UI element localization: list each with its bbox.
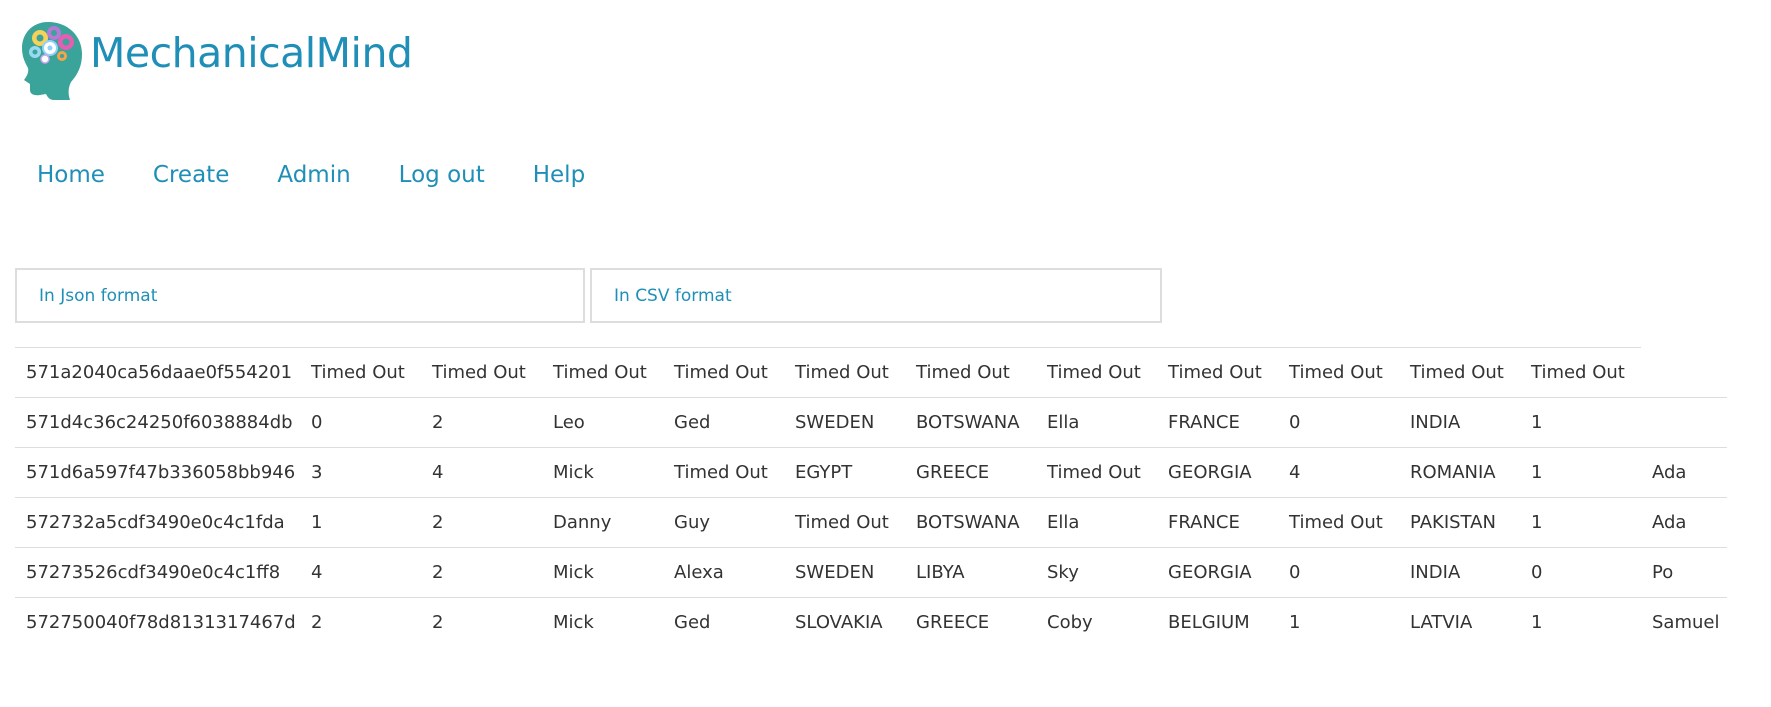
- table-cell: GEORGIA: [1157, 447, 1278, 498]
- main-nav: Home Create Admin Log out Help: [37, 162, 633, 188]
- table-cell: [1641, 348, 1727, 398]
- table-cell: FRANCE: [1157, 397, 1278, 448]
- table-cell: Ella: [1036, 397, 1157, 448]
- table-cell: 1: [1278, 597, 1399, 647]
- table-cell: 1: [1520, 497, 1641, 548]
- table-cell: Sky: [1036, 547, 1157, 598]
- table-cell: PAKISTAN: [1399, 497, 1520, 548]
- table-cell: 1: [300, 497, 421, 548]
- table-cell: GREECE: [905, 447, 1036, 498]
- table-cell: Mick: [542, 547, 663, 598]
- table-cell: 2: [300, 597, 421, 647]
- table-cell: Timed Out: [1520, 347, 1641, 398]
- table-cell: 0: [1278, 397, 1399, 448]
- nav-admin[interactable]: Admin: [277, 162, 350, 188]
- table-cell: Timed Out: [1399, 347, 1520, 398]
- table-cell: 2: [421, 547, 542, 598]
- row-id-cell: 571d4c36c24250f6038884db: [15, 397, 300, 448]
- table-cell: SWEDEN: [784, 397, 905, 448]
- table-cell: EGYPT: [784, 447, 905, 498]
- table-cell: Coby: [1036, 597, 1157, 647]
- table-cell: ROMANIA: [1399, 447, 1520, 498]
- table-cell: Timed Out: [784, 497, 905, 548]
- table-cell: 4: [421, 447, 542, 498]
- table-cell: Timed Out: [542, 347, 663, 398]
- table-cell: GEORGIA: [1157, 547, 1278, 598]
- table-cell: 2: [421, 397, 542, 448]
- table-cell: Ged: [663, 397, 784, 448]
- table-cell: BELGIUM: [1157, 597, 1278, 647]
- table-cell: INDIA: [1399, 397, 1520, 448]
- table-cell: Timed Out: [1157, 347, 1278, 398]
- table-cell: Leo: [542, 397, 663, 448]
- table-cell: Timed Out: [784, 347, 905, 398]
- app-brand-name[interactable]: MechanicalMind: [90, 29, 413, 77]
- table-cell: Ged: [663, 597, 784, 647]
- table-row: 572732a5cdf3490e0c4c1fda 1 2 Danny Guy Timed …: [15, 497, 1727, 548]
- table-cell: 0: [1520, 547, 1641, 598]
- row-id-cell: 571a2040ca56daae0f554201: [15, 347, 300, 398]
- table-cell: 4: [1278, 447, 1399, 498]
- table-cell: Ada: [1641, 447, 1727, 498]
- table-cell: Danny: [542, 497, 663, 548]
- table-cell: 4: [300, 547, 421, 598]
- row-id-cell: 571d6a597f47b336058bb946: [15, 447, 300, 498]
- table-row: 57273526cdf3490e0c4c1ff8 4 2 Mick Alexa SWEDE…: [15, 547, 1727, 598]
- table-cell: 0: [300, 397, 421, 448]
- table-cell: Timed Out: [421, 347, 542, 398]
- table-cell: 1: [1520, 397, 1641, 448]
- table-cell: [1641, 397, 1727, 448]
- row-id-cell: 572750040f78d8131317467d: [15, 597, 300, 647]
- table-cell: 1: [1520, 447, 1641, 498]
- brain-head-logo-icon[interactable]: [18, 18, 84, 100]
- table-cell: Ada: [1641, 497, 1727, 548]
- table-cell: Guy: [663, 497, 784, 548]
- table-cell: 0: [1278, 547, 1399, 598]
- row-id-cell: 57273526cdf3490e0c4c1ff8: [15, 547, 300, 598]
- table-cell: 1: [1520, 597, 1641, 647]
- export-json-link[interactable]: In Json format: [15, 268, 585, 323]
- nav-help[interactable]: Help: [533, 162, 585, 188]
- table-cell: 2: [421, 597, 542, 647]
- table-cell: GREECE: [905, 597, 1036, 647]
- table-cell: Timed Out: [905, 347, 1036, 398]
- app-header: MechanicalMind: [18, 18, 413, 100]
- table-cell: Alexa: [663, 547, 784, 598]
- table-cell: Timed Out: [663, 347, 784, 398]
- table-row: 571d6a597f47b336058bb946 3 4 Mick Timed Out E…: [15, 447, 1727, 498]
- table-cell: Mick: [542, 597, 663, 647]
- table-cell: 2: [421, 497, 542, 548]
- nav-home[interactable]: Home: [37, 162, 105, 188]
- table-cell: FRANCE: [1157, 497, 1278, 548]
- table-cell: Timed Out: [1278, 497, 1399, 548]
- table-cell: Mick: [542, 447, 663, 498]
- results-table: 571a2040ca56daae0f554201 Timed Out Timed O…: [15, 347, 1727, 647]
- table-row: 572750040f78d8131317467d 2 2 Mick Ged SLOVAKI…: [15, 597, 1727, 647]
- table-cell: SLOVAKIA: [784, 597, 905, 647]
- table-cell: Timed Out: [1036, 447, 1157, 498]
- export-options: In Json format In CSV format: [15, 268, 1162, 323]
- row-id-cell: 572732a5cdf3490e0c4c1fda: [15, 497, 300, 548]
- table-cell: Timed Out: [300, 347, 421, 398]
- table-cell: LIBYA: [905, 547, 1036, 598]
- table-cell: Po: [1641, 547, 1727, 598]
- table-cell: Timed Out: [1278, 347, 1399, 398]
- table-cell: BOTSWANA: [905, 397, 1036, 448]
- nav-log-out[interactable]: Log out: [399, 162, 485, 188]
- table-cell: Samuel: [1641, 597, 1727, 647]
- table-cell: LATVIA: [1399, 597, 1520, 647]
- table-cell: SWEDEN: [784, 547, 905, 598]
- table-cell: Timed Out: [1036, 347, 1157, 398]
- results-table-container: 571a2040ca56daae0f554201 Timed Out Timed O…: [15, 347, 1727, 647]
- table-row: 571a2040ca56daae0f554201 Timed Out Timed O…: [15, 347, 1727, 398]
- table-row: 571d4c36c24250f6038884db 0 2 Leo Ged SWEDEN BO…: [15, 397, 1727, 448]
- table-cell: INDIA: [1399, 547, 1520, 598]
- table-cell: Ella: [1036, 497, 1157, 548]
- table-cell: BOTSWANA: [905, 497, 1036, 548]
- nav-create[interactable]: Create: [153, 162, 229, 188]
- table-cell: Timed Out: [663, 447, 784, 498]
- export-csv-link[interactable]: In CSV format: [590, 268, 1162, 323]
- table-cell: 3: [300, 447, 421, 498]
